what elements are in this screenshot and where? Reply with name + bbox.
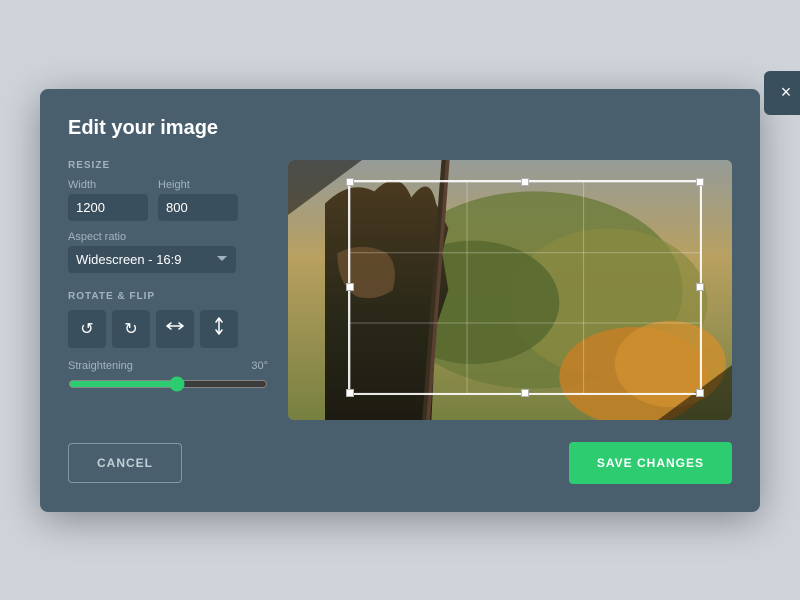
height-label: Height	[158, 179, 238, 191]
modal-overlay: × Edit your image RESIZE Width Height	[0, 0, 800, 600]
image-preview-panel	[288, 160, 732, 420]
aspect-ratio-group: Aspect ratio Widescreen - 16:9 Standard …	[68, 231, 268, 273]
rotate-section: ROTATE & FLIP ↺ ↻	[68, 291, 268, 392]
height-field-group: Height	[158, 179, 238, 221]
straighten-slider[interactable]	[68, 376, 268, 392]
game-image	[288, 160, 732, 420]
straighten-value: 30°	[251, 360, 268, 372]
cancel-button[interactable]: CANCEL	[68, 443, 182, 483]
rotate-right-icon: ↻	[124, 319, 137, 339]
cancel-label: CANCEL	[97, 456, 153, 470]
width-field-group: Width	[68, 179, 148, 221]
close-icon: ×	[781, 82, 792, 103]
width-input[interactable]	[68, 194, 148, 221]
straighten-label: Straightening	[68, 360, 133, 372]
flip-h-icon	[166, 319, 184, 338]
modal-title: Edit your image	[68, 117, 732, 140]
image-canvas	[288, 160, 732, 420]
save-label: SAVE CHANGES	[597, 456, 704, 470]
straighten-header: Straightening 30°	[68, 360, 268, 372]
flip-vertical-button[interactable]	[200, 310, 238, 348]
rotate-section-label: ROTATE & FLIP	[68, 291, 268, 302]
height-input[interactable]	[158, 194, 238, 221]
resize-section-label: RESIZE	[68, 160, 268, 171]
modal-body: RESIZE Width Height Aspect ratio	[68, 160, 732, 420]
rotate-buttons: ↺ ↻	[68, 310, 268, 348]
flip-horizontal-button[interactable]	[156, 310, 194, 348]
edit-image-modal: × Edit your image RESIZE Width Height	[40, 89, 760, 512]
rotate-left-button[interactable]: ↺	[68, 310, 106, 348]
rotate-right-button[interactable]: ↻	[112, 310, 150, 348]
rotate-left-icon: ↺	[80, 319, 93, 339]
straighten-row: Straightening 30°	[68, 360, 268, 392]
aspect-ratio-select[interactable]: Widescreen - 16:9 Standard - 4:3 Square …	[68, 246, 236, 273]
left-panel: RESIZE Width Height Aspect ratio	[68, 160, 268, 420]
resize-section: RESIZE Width Height Aspect ratio	[68, 160, 268, 273]
save-changes-button[interactable]: SAVE CHANGES	[569, 442, 732, 484]
flip-v-icon	[212, 317, 226, 340]
close-button[interactable]: ×	[764, 71, 800, 115]
width-label: Width	[68, 179, 148, 191]
modal-footer: CANCEL SAVE CHANGES	[68, 442, 732, 484]
resize-fields: Width Height	[68, 179, 268, 221]
aspect-ratio-label: Aspect ratio	[68, 231, 268, 243]
